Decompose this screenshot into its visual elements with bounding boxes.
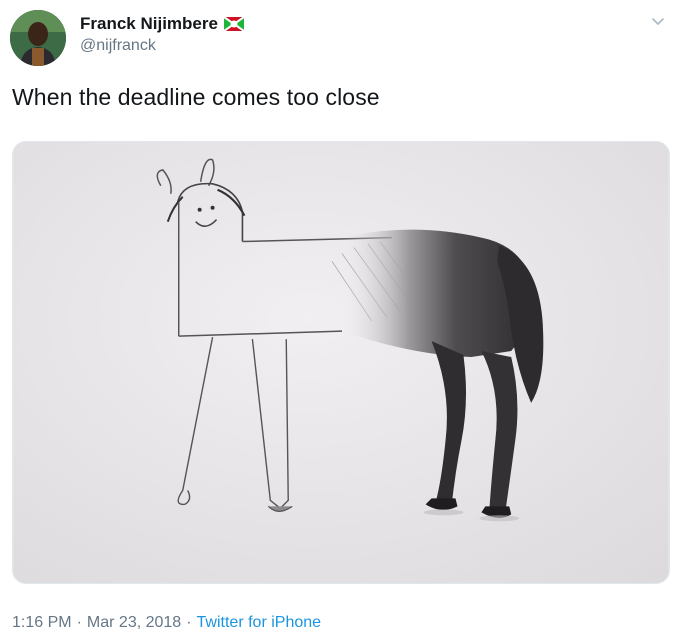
author-handle[interactable]: @nijfranck (80, 37, 156, 55)
tweet-meta: 1:16 PM · Mar 23, 2018 · Twitter for iPh… (12, 614, 321, 632)
chevron-down-icon[interactable] (650, 14, 666, 30)
meta-separator: · (76, 614, 82, 631)
author-name-row: Franck Nijimbere (80, 14, 244, 34)
avatar-image (10, 10, 66, 66)
tweet-source-link[interactable]: Twitter for iPhone (197, 614, 322, 632)
tweet-text: When the deadline comes too close (12, 84, 380, 110)
tweet-date[interactable]: Mar 23, 2018 (87, 614, 181, 632)
horse-drawing-image (13, 142, 669, 583)
meta-separator-2: · (186, 614, 192, 631)
tweet-media-image[interactable] (12, 141, 670, 584)
author-avatar[interactable] (10, 10, 66, 66)
tweet-card: Franck Nijimbere @nijfranck When the dea… (0, 0, 680, 640)
tweet-time[interactable]: 1:16 PM (12, 614, 72, 632)
author-display-name[interactable]: Franck Nijimbere (80, 14, 218, 34)
burundi-flag-icon (223, 17, 244, 31)
